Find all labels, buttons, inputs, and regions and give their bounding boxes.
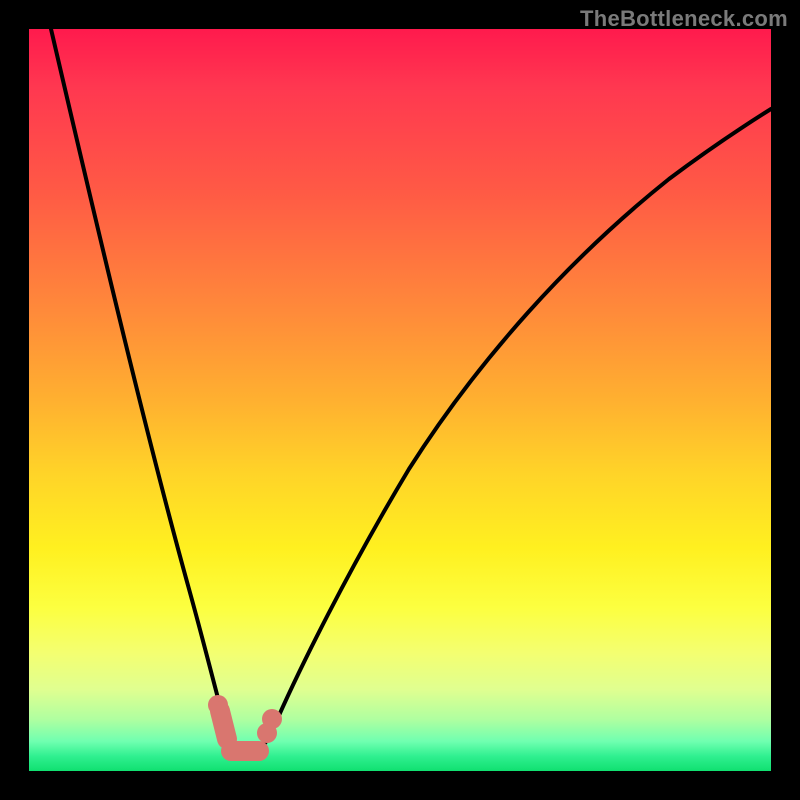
chart-svg <box>29 29 771 771</box>
bottleneck-curve <box>51 29 771 757</box>
plot-area <box>29 29 771 771</box>
marker-right-dot-2 <box>262 709 282 729</box>
chart-frame: TheBottleneck.com <box>0 0 800 800</box>
marker-left-arm <box>220 711 227 739</box>
